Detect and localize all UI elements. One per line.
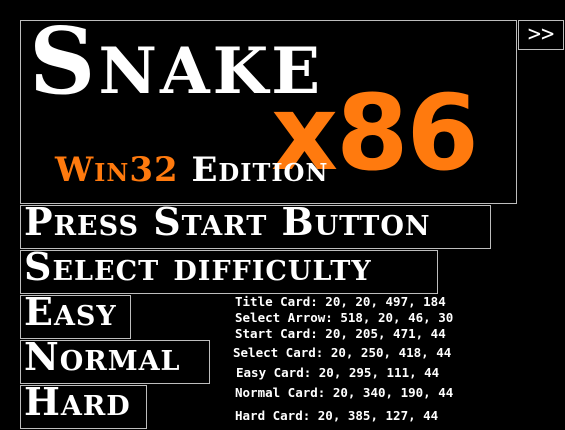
normal-label: Normal (24, 340, 181, 379)
edition-word: Edition (191, 150, 329, 190)
select-difficulty-label: Select difficulty (24, 250, 372, 289)
press-start-label: Press Start Button (24, 205, 431, 244)
difficulty-hard-option[interactable]: Hard (20, 385, 147, 429)
debug-easy-card: Easy Card: 20, 295, 111, 44 (236, 365, 440, 380)
game-screen: Snake x86 Win32 Edition >> Press Start B… (0, 0, 565, 430)
debug-select-arrow: Select Arrow: 518, 20, 46, 30 (235, 310, 454, 325)
double-chevron-right-icon: >> (527, 22, 555, 47)
difficulty-normal-option[interactable]: Normal (20, 340, 210, 384)
debug-start-card: Start Card: 20, 205, 471, 44 (235, 326, 446, 341)
debug-normal-card: Normal Card: 20, 340, 190, 44 (235, 385, 454, 400)
select-difficulty-card: Select difficulty (20, 250, 438, 294)
title-card: Snake x86 Win32 Edition (20, 20, 517, 204)
easy-label: Easy (24, 295, 117, 334)
press-start-button[interactable]: Press Start Button (20, 205, 491, 249)
debug-hard-card: Hard Card: 20, 385, 127, 44 (235, 408, 439, 423)
hard-label: Hard (24, 385, 131, 424)
select-arrow-button[interactable]: >> (518, 20, 564, 50)
debug-select-card: Select Card: 20, 250, 418, 44 (233, 345, 452, 360)
difficulty-easy-option[interactable]: Easy (20, 295, 131, 339)
edition-label: Win32 Edition (55, 153, 328, 187)
edition-platform: Win32 (55, 150, 179, 190)
debug-title-card: Title Card: 20, 20, 497, 184 (235, 294, 446, 309)
